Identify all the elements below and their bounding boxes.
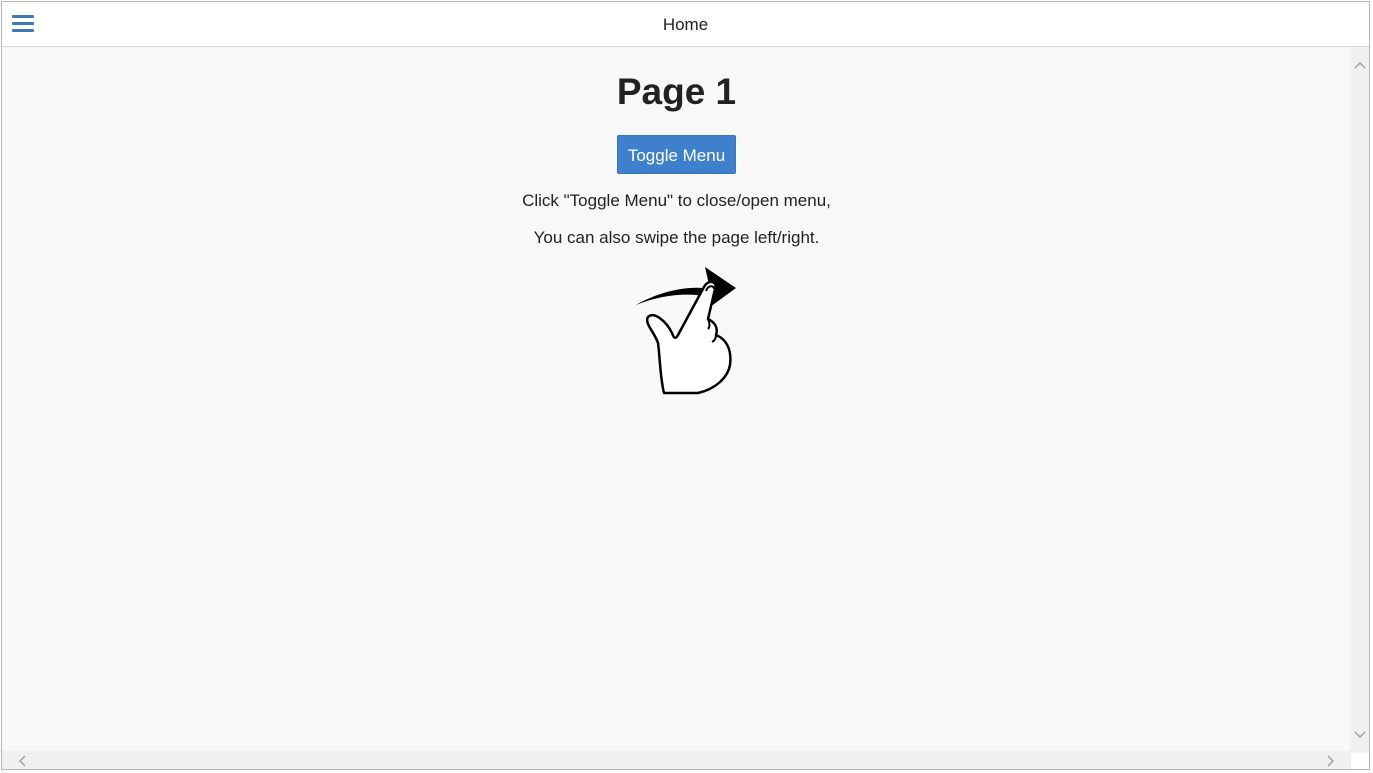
scroll-down-icon[interactable] bbox=[1354, 731, 1366, 739]
swipe-gesture-icon bbox=[636, 267, 736, 395]
page-heading: Page 1 bbox=[616, 71, 737, 112]
scroll-right-icon[interactable] bbox=[1327, 755, 1335, 767]
horizontal-scrollbar[interactable] bbox=[2, 751, 1351, 769]
main-content: Page 1 Toggle Menu Click "Toggle Menu" t… bbox=[2, 47, 1351, 753]
vertical-scrollbar[interactable] bbox=[1350, 47, 1369, 753]
instruction-text-1: Click "Toggle Menu" to close/open menu, bbox=[522, 191, 831, 210]
app-window: Home Page 1 Toggle Menu Click "Toggle Me… bbox=[1, 1, 1370, 770]
top-bar: Home bbox=[2, 2, 1369, 47]
instruction-text-2: You can also swipe the page left/right. bbox=[533, 228, 820, 247]
scroll-up-icon[interactable] bbox=[1354, 61, 1366, 69]
toggle-menu-button[interactable]: Toggle Menu bbox=[616, 135, 737, 174]
page-title: Home bbox=[662, 15, 709, 34]
scroll-left-icon[interactable] bbox=[18, 755, 26, 767]
